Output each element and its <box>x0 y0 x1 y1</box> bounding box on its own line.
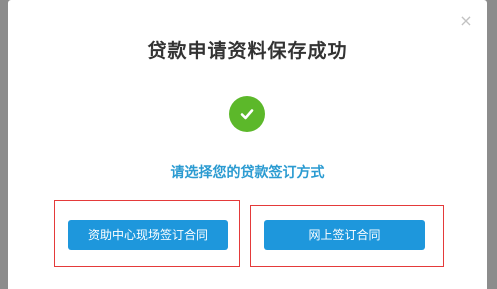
dialog-title: 贷款申请资料保存成功 <box>147 40 348 62</box>
success-dialog: × 贷款申请资料保存成功 请选择您的贷款签订方式 资助中心现场签订合同 网上签订… <box>8 0 487 289</box>
onsite-sign-contract-button[interactable]: 资助中心现场签订合同 <box>68 220 228 250</box>
choose-method-prompt: 请选择您的贷款签订方式 <box>170 165 325 181</box>
success-check-icon <box>229 96 265 132</box>
close-icon[interactable]: × <box>459 13 473 29</box>
online-sign-contract-button[interactable]: 网上签订合同 <box>264 220 425 250</box>
